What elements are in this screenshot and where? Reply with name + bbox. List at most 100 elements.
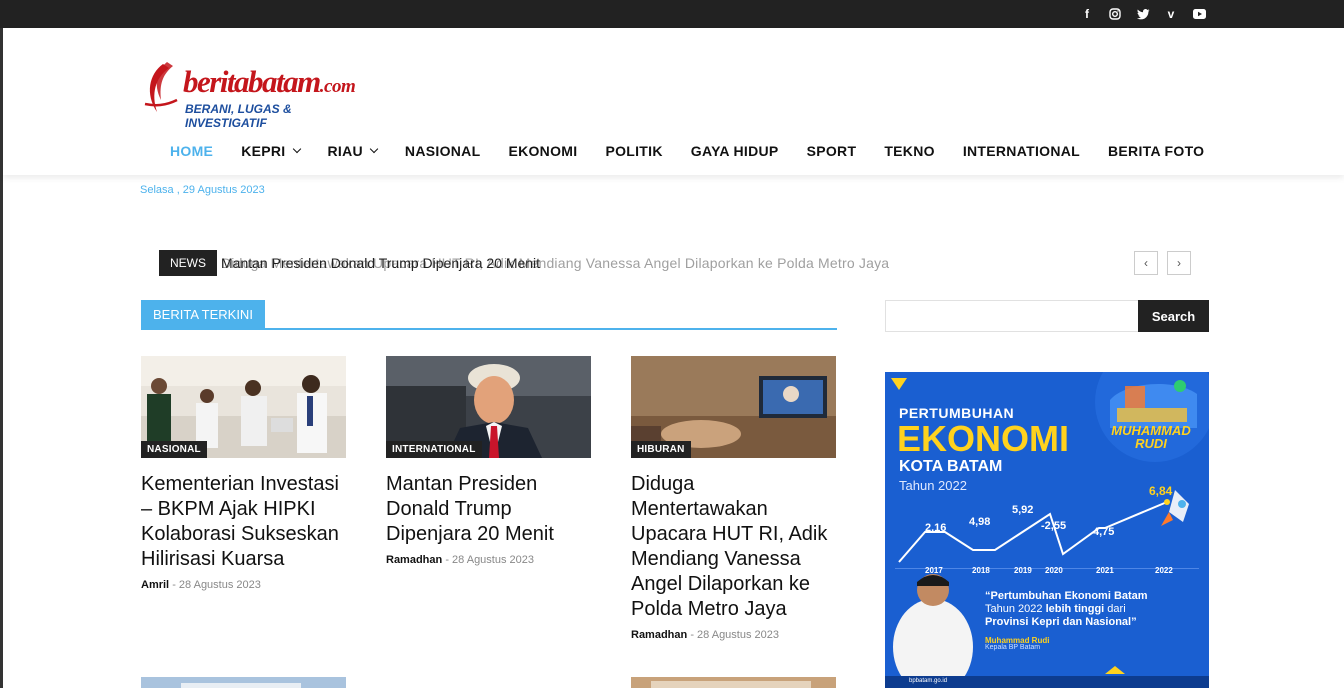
nav-item-label: GAYA HIDUP — [690, 143, 779, 159]
logo-wordmark: beritabatam.com — [183, 64, 356, 100]
site-header: beritabatam.com BERANI, LUGAS & INVESTIG… — [3, 28, 1344, 175]
ad-growth-year: 2022 — [1155, 566, 1173, 575]
category-badge[interactable]: INTERNATIONAL — [386, 441, 482, 458]
logo-tagline: BERANI, LUGAS & INVESTIGATIF — [185, 102, 292, 130]
search-input[interactable] — [885, 300, 1139, 332]
article-thumbnail[interactable]: HIBURAN — [631, 356, 836, 458]
main-nav: HOME KEPRI RIAU NASIONAL EKONOMI POLITIK… — [156, 140, 1218, 162]
ad-growth-value: 4,98 — [969, 516, 991, 528]
meta-separator: - — [690, 629, 694, 641]
nav-item-label: KEPRI — [241, 143, 286, 159]
nav-item-riau[interactable]: RIAU — [314, 140, 391, 162]
ad-growth-value: -2,55 — [1041, 520, 1067, 532]
article-image — [631, 677, 836, 688]
ad-growth-year: 2021 — [1096, 566, 1114, 575]
ad-growth-year: 2019 — [1014, 566, 1032, 575]
ad-quote-line: “Pertumbuhan Ekonomi Batam — [985, 590, 1148, 602]
nav-item-label: SPORT — [806, 143, 857, 159]
nav-item-home[interactable]: HOME — [156, 140, 227, 162]
nav-item-sport[interactable]: SPORT — [793, 140, 871, 162]
nav-item-label: NASIONAL — [404, 143, 481, 159]
twitter-icon[interactable] — [1136, 6, 1150, 22]
vimeo-icon[interactable]: v — [1164, 6, 1178, 22]
section-header: BERITA TERKINI — [141, 300, 837, 330]
ad-signature-title: Kepala BP Batam — [985, 644, 1041, 651]
nav-item-kepri[interactable]: KEPRI — [227, 140, 313, 162]
article-title[interactable]: Kementerian Investasi – BKPM Ajak HIPKI … — [141, 472, 346, 572]
ad-quote-line: Tahun 2022 — [985, 603, 1043, 615]
nav-item-label: BERITA FOTO — [1108, 143, 1205, 159]
ticker-headline[interactable]: Mantan Presiden Donald Trump Dipenjara 2… — [221, 255, 540, 271]
article-date: 28 Agustus 2023 — [178, 579, 261, 591]
instagram-icon[interactable] — [1108, 6, 1122, 22]
ad-headline-3: KOTA BATAM — [899, 458, 1003, 475]
nav-item-label: RIAU — [327, 143, 363, 159]
ticker-prev-button[interactable]: ‹ — [1134, 251, 1158, 275]
nav-item-international[interactable]: INTERNATIONAL — [949, 140, 1094, 162]
chevron-down-icon — [292, 144, 301, 154]
nav-item-tekno[interactable]: TEKNO — [870, 140, 949, 162]
nav-item-gaya-hidup[interactable]: GAYA HIDUP — [677, 140, 793, 162]
ad-quote: “Pertumbuhan Ekonomi Batam Tahun 2022 le… — [985, 590, 1199, 629]
article-title[interactable]: Diduga Mentertawakan Upacara HUT RI, Adi… — [631, 472, 836, 622]
article-card: NASIONAL Kementerian Investasi – BKPM Aj… — [141, 356, 346, 591]
chevron-down-icon — [369, 144, 379, 154]
ad-year: Tahun 2022 — [899, 478, 967, 493]
article-thumbnail[interactable]: INTERNATIONAL — [386, 356, 591, 458]
nav-item-ekonomi[interactable]: EKONOMI — [494, 140, 591, 162]
category-badge[interactable]: NASIONAL — [141, 441, 207, 458]
youtube-icon[interactable] — [1192, 6, 1206, 22]
nav-item-label: POLITIK — [605, 143, 663, 159]
nav-item-label: HOME — [170, 143, 214, 159]
nav-item-label: INTERNATIONAL — [962, 143, 1080, 159]
news-ticker: NEWS Diduga Mentertawakan Upacara HUT RI… — [159, 250, 1191, 276]
article-date: 28 Agustus 2023 — [452, 554, 535, 566]
article-meta: Amril - 28 Agustus 2023 — [141, 579, 346, 591]
article-author[interactable]: Ramadhan — [631, 629, 687, 641]
nav-item-label: EKONOMI — [508, 143, 578, 159]
ad-growth-year: 2017 — [925, 566, 943, 575]
meta-separator: - — [172, 579, 176, 591]
logo-name: beritabatam — [183, 64, 321, 99]
meta-separator: - — [445, 554, 449, 566]
article-date: 28 Agustus 2023 — [697, 629, 780, 641]
ad-growth-value: 6,84 — [1149, 484, 1173, 498]
facebook-icon[interactable]: f — [1080, 6, 1094, 22]
ad-growth-value: 4,75 — [1093, 526, 1115, 538]
article-card: INTERNATIONAL Mantan Presiden Donald Tru… — [386, 356, 591, 566]
category-badge[interactable]: HIBURAN — [631, 441, 691, 458]
chevron-right-icon: › — [1177, 256, 1181, 270]
current-date: Selasa , 29 Agustus 2023 — [140, 184, 265, 196]
section-title: BERITA TERKINI — [141, 300, 265, 328]
ad-growth-year: 2018 — [972, 566, 990, 575]
top-bar: f v — [0, 0, 1344, 28]
ad-headline-2: EKONOMI — [897, 418, 1070, 459]
social-links: f v — [1080, 6, 1206, 22]
article-meta: Ramadhan - 28 Agustus 2023 — [631, 629, 836, 641]
article-thumbnail[interactable] — [141, 676, 346, 688]
ad-banner[interactable]: PERTUMBUHAN EKONOMI KOTA BATAM Tahun 202… — [885, 372, 1209, 688]
ad-name-badge: MUHAMMAD RUDI — [1111, 423, 1191, 451]
ad-quote-line: dari — [1107, 603, 1126, 615]
nav-item-politik[interactable]: POLITIK — [591, 140, 676, 162]
logo-tld: .com — [319, 76, 356, 97]
site-logo[interactable]: beritabatam.com BERANI, LUGAS & INVESTIG… — [143, 60, 373, 130]
ticker-label: NEWS — [159, 250, 217, 276]
nav-item-nasional[interactable]: NASIONAL — [391, 140, 495, 162]
nav-item-berita-foto[interactable]: BERITA FOTO — [1094, 140, 1218, 162]
ad-site: bpbatam.go.id — [909, 678, 948, 684]
ad-growth-value: 2,16 — [925, 522, 947, 534]
ad-growth-year: 2020 — [1045, 566, 1063, 575]
article-thumbnail[interactable] — [631, 676, 836, 688]
search-button[interactable]: Search — [1138, 300, 1209, 332]
article-author[interactable]: Amril — [141, 579, 169, 591]
article-title[interactable]: Mantan Presiden Donald Trump Dipenjara 2… — [386, 472, 591, 547]
article-thumbnail[interactable]: NASIONAL — [141, 356, 346, 458]
ad-quote-line: Provinsi Kepri dan Nasional” — [985, 616, 1137, 628]
article-card: HIBURAN Diduga Mentertawakan Upacara HUT… — [631, 356, 836, 641]
article-image — [141, 677, 346, 688]
search-widget: Search — [885, 300, 1209, 332]
article-author[interactable]: Ramadhan — [386, 554, 442, 566]
ticker-next-button[interactable]: › — [1167, 251, 1191, 275]
article-meta: Ramadhan - 28 Agustus 2023 — [386, 554, 591, 566]
